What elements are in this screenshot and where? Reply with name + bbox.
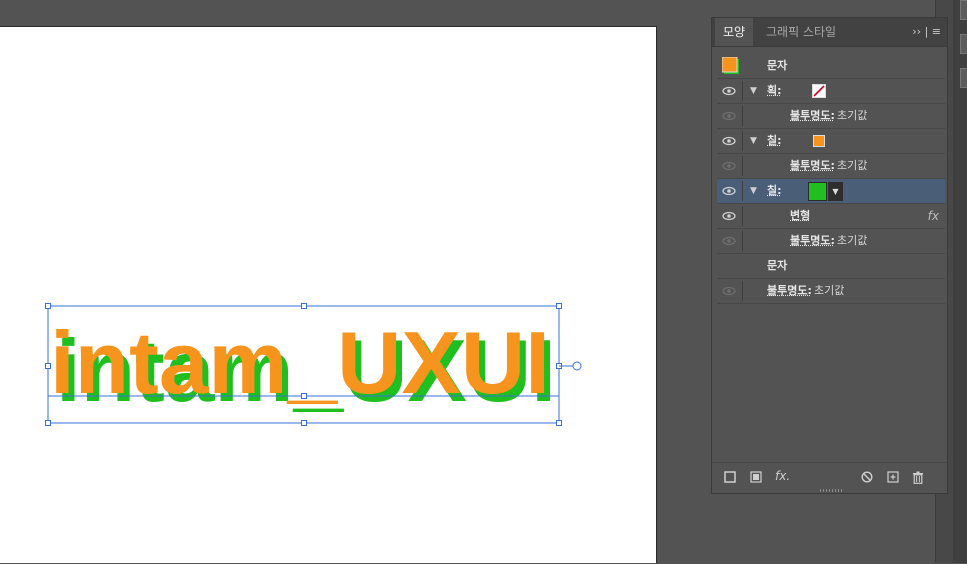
- tab-appearance[interactable]: 모양: [715, 18, 753, 46]
- row-label[interactable]: 획:: [767, 79, 782, 103]
- dock-tab-1[interactable]: [960, 0, 967, 20]
- visibility-eye-icon[interactable]: [721, 185, 737, 197]
- opacity-value: 초기값: [837, 154, 867, 178]
- row-type-header[interactable]: 문자: [717, 54, 945, 79]
- panel-tab-bar: 모양 그래픽 스타일 ›› | ≡: [712, 18, 947, 47]
- row-opacity[interactable]: 불투명도: 초기값: [717, 104, 945, 129]
- row-characters[interactable]: 문자: [717, 254, 945, 279]
- handle-bottom-left[interactable]: [46, 421, 51, 426]
- opacity-label[interactable]: 불투명도:: [790, 154, 835, 178]
- row-label: 문자: [767, 54, 787, 78]
- visibility-eye-icon[interactable]: [721, 235, 737, 247]
- delete-trash-icon[interactable]: [912, 471, 924, 484]
- handle-middle-left[interactable]: [46, 364, 51, 369]
- text-port-handle[interactable]: [573, 362, 581, 370]
- visibility-eye-icon[interactable]: [721, 135, 737, 147]
- panel-menu-button[interactable]: ›› | ≡: [912, 18, 941, 46]
- visibility-eye-icon[interactable]: [721, 160, 737, 172]
- opacity-value: 초기값: [837, 229, 867, 253]
- opacity-label[interactable]: 불투명도:: [790, 229, 835, 253]
- chevron-down-icon[interactable]: ▼: [750, 179, 757, 203]
- visibility-eye-icon[interactable]: [721, 110, 737, 122]
- tab-graphic-styles[interactable]: 그래픽 스타일: [758, 18, 844, 46]
- chevron-down-icon[interactable]: ▼: [750, 79, 757, 103]
- add-new-stroke-icon[interactable]: [724, 471, 736, 483]
- add-new-fill-icon[interactable]: [750, 471, 762, 483]
- object-thumbnail-icon: [722, 57, 740, 75]
- row-label: 문자: [767, 254, 787, 278]
- handle-top-right[interactable]: [557, 304, 562, 309]
- resize-grip[interactable]: [820, 489, 842, 492]
- handle-top-middle[interactable]: [302, 304, 307, 309]
- handle-bottom-middle[interactable]: [302, 421, 307, 426]
- add-effect-fx-icon[interactable]: fx.: [775, 469, 790, 483]
- divider: [742, 131, 743, 151]
- visibility-eye-icon[interactable]: [721, 210, 737, 222]
- divider: [742, 106, 743, 126]
- row-transform-effect[interactable]: 변형 fx: [717, 204, 945, 229]
- effect-label[interactable]: 변형: [790, 204, 810, 228]
- appearance-rows: 문자 ▼ 획: 불투명도: 초기값 ▼ 칠: 불투명도: 초기값 ▼ 칠: ▼ …: [717, 54, 945, 304]
- row-fill-orange[interactable]: ▼ 칠:: [717, 129, 945, 154]
- fill-color-swatch[interactable]: [813, 135, 825, 147]
- dock-tab-3[interactable]: [960, 68, 967, 88]
- fx-icon[interactable]: fx: [928, 204, 939, 228]
- handle-baseline-center[interactable]: [302, 394, 307, 399]
- swatch-dropdown-chevron-icon[interactable]: ▼: [828, 182, 843, 201]
- row-fill-green-selected[interactable]: ▼ 칠: ▼: [717, 179, 945, 204]
- divider: [742, 231, 743, 251]
- row-opacity[interactable]: 불투명도: 초기값: [717, 279, 945, 304]
- dock-tab-2[interactable]: [960, 34, 967, 54]
- text-object[interactable]: intam_UXUI: [50, 313, 550, 412]
- visibility-eye-icon[interactable]: [721, 285, 737, 297]
- handle-top-left[interactable]: [46, 304, 51, 309]
- appearance-panel: 모양 그래픽 스타일 ›› | ≡ 문자 ▼ 획: 불투명도: 초기값 ▼ 칠:…: [711, 17, 948, 494]
- clear-appearance-icon[interactable]: [861, 471, 873, 483]
- row-label[interactable]: 칠:: [767, 129, 782, 153]
- duplicate-item-icon[interactable]: [887, 471, 899, 483]
- fill-color-swatch[interactable]: [808, 182, 827, 201]
- row-stroke[interactable]: ▼ 획:: [717, 79, 945, 104]
- panel-footer: fx.: [712, 462, 947, 493]
- row-opacity[interactable]: 불투명도: 초기값: [717, 154, 945, 179]
- divider: [742, 81, 743, 101]
- divider: [742, 181, 743, 201]
- divider: [742, 206, 743, 226]
- divider: [742, 156, 743, 176]
- row-label[interactable]: 칠:: [767, 179, 782, 203]
- artboard[interactable]: intam_UXUI intam_UXUI: [0, 26, 657, 563]
- stroke-none-swatch[interactable]: [812, 84, 826, 98]
- opacity-label[interactable]: 불투명도:: [767, 279, 812, 303]
- row-opacity[interactable]: 불투명도: 초기값: [717, 229, 945, 254]
- visibility-eye-icon[interactable]: [721, 85, 737, 97]
- chevron-down-icon[interactable]: ▼: [750, 129, 757, 153]
- opacity-value: 초기값: [837, 104, 867, 128]
- artboard-canvas[interactable]: intam_UXUI intam_UXUI: [0, 27, 657, 564]
- divider: [742, 281, 743, 301]
- handle-bottom-right[interactable]: [557, 421, 562, 426]
- opacity-value: 초기값: [814, 279, 844, 303]
- opacity-label[interactable]: 불투명도:: [790, 104, 835, 128]
